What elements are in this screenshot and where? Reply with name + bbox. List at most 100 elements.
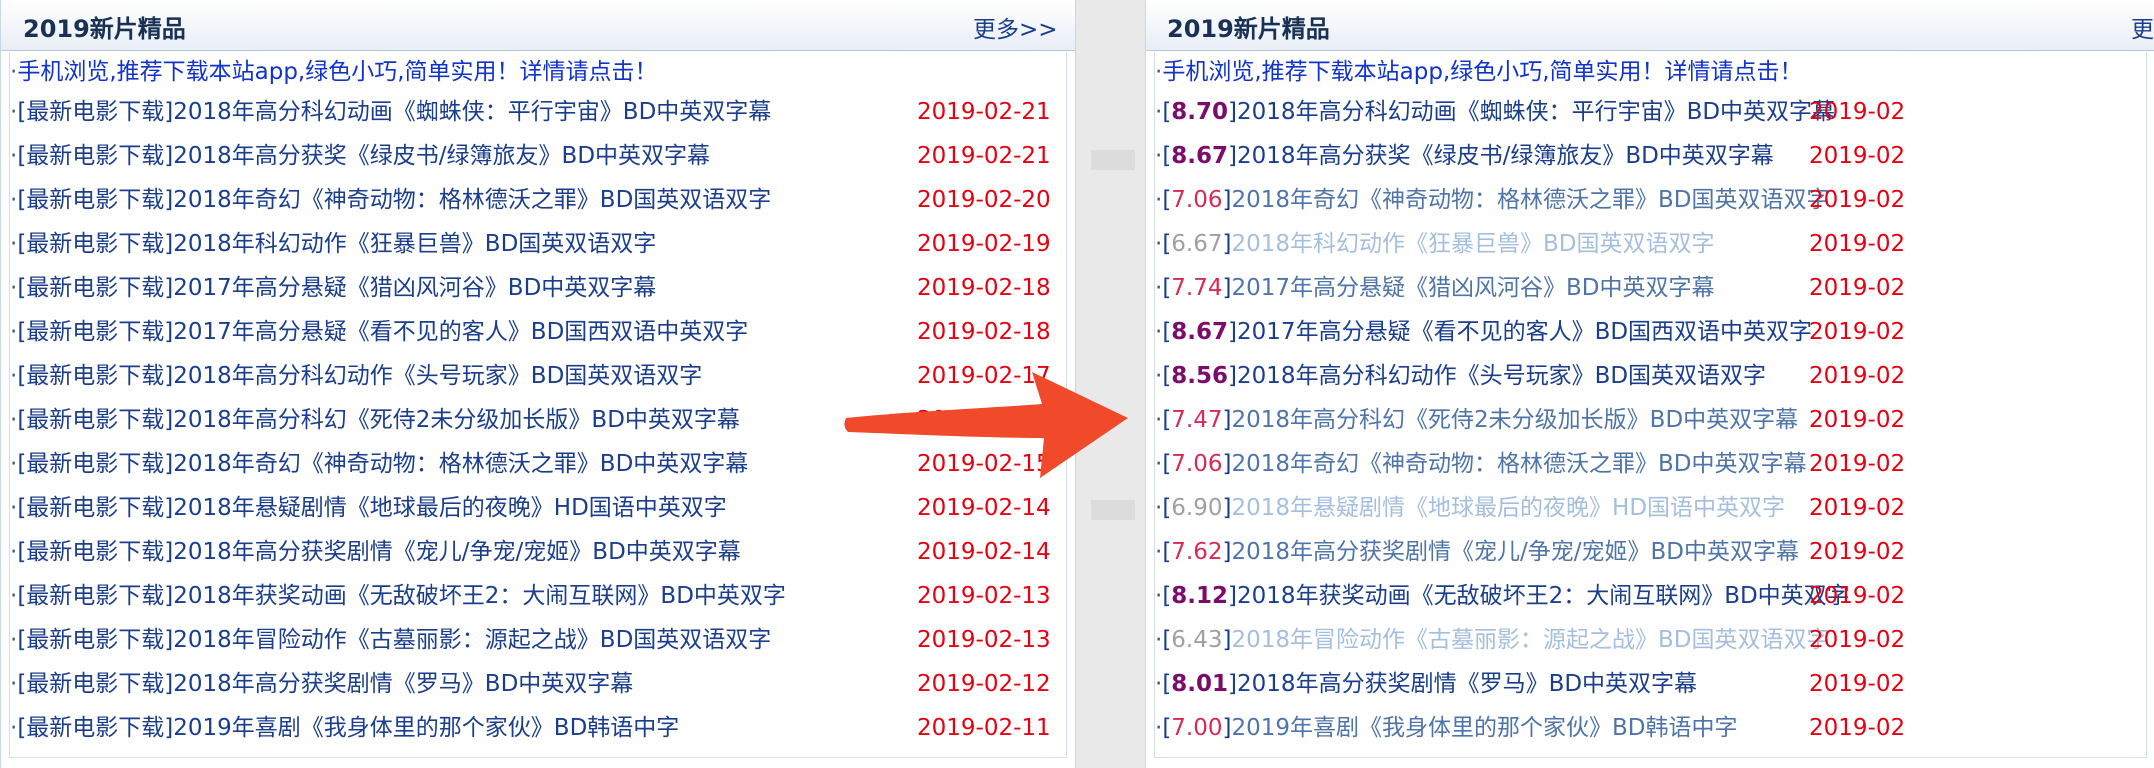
movie-title: 2017年高分悬疑《看不见的客人》BD国西双语中英双字: [1237, 319, 1813, 345]
release-date: 2019-02: [1809, 495, 1906, 521]
movie-list-item[interactable]: ·[最新电影下载]2018年高分获奖剧情《宠儿/争宠/宠姬》BD中英双字幕 201…: [10, 532, 1066, 572]
rating-value: 7.47: [1171, 407, 1223, 433]
rating-bracket: [: [1162, 671, 1172, 697]
movie-list-item[interactable]: ·[8.12]2018年获奖动画《无敌破坏王2：大闹互联网》BD中英双字 2019…: [1155, 576, 2146, 616]
rating-bracket: [: [1162, 495, 1172, 521]
category-tag: [最新电影下载]: [17, 231, 174, 257]
movie-list-item[interactable]: ·[8.70]2018年高分科幻动画《蜘蛛侠：平行宇宙》BD中英双字幕 2019-…: [1155, 92, 2146, 132]
category-tag: [最新电影下载]: [17, 319, 174, 345]
rating-bracket: [: [1162, 583, 1172, 609]
movie-list-item[interactable]: ·[7.62]2018年高分获奖剧情《宠儿/争宠/宠姬》BD中英双字幕 2019-…: [1155, 532, 2146, 572]
gap-divider: [1091, 150, 1135, 170]
movie-list-item[interactable]: ·[7.06]2018年奇幻《神奇动物：格林德沃之罪》BD中英双字幕 2019-0…: [1155, 444, 2146, 484]
movie-title: 2018年高分科幻动画《蜘蛛侠：平行宇宙》BD中英双字幕: [1237, 99, 1836, 125]
rating-bracket: ]: [1222, 495, 1232, 521]
movie-list-item[interactable]: ·[8.67]2018年高分获奖《绿皮书/绿簿旅友》BD中英双字幕 2019-02: [1155, 136, 2146, 176]
app-notice-link[interactable]: ·手机浏览,推荐下载本站app,绿色小巧,简单实用！详情请点击！: [10, 52, 1066, 92]
release-date: 2019-02: [1809, 671, 1906, 697]
movie-title: 2018年高分科幻《死侍2未分级加长版》BD中英双字幕: [1231, 407, 1799, 433]
movie-title: 2018年冒险动作《古墓丽影：源起之战》BD国英双语双字: [1231, 627, 1830, 653]
panel-header: 2019新片精品 更多>>: [1, 0, 1075, 51]
movie-list-item[interactable]: ·[最新电影下载]2018年冒险动作《古墓丽影：源起之战》BD国英双语双字 201…: [10, 620, 1066, 660]
movie-list-item[interactable]: ·[8.01]2018年高分获奖剧情《罗马》BD中英双字幕 2019-02: [1155, 664, 2146, 704]
rating-bracket: [: [1162, 99, 1172, 125]
rating-bracket: ]: [1222, 715, 1232, 741]
movie-list-item[interactable]: ·[最新电影下载]2017年高分悬疑《猎凶风河谷》BD中英双字幕 2019-02-…: [10, 268, 1066, 308]
rating-bracket: [: [1162, 187, 1172, 213]
movie-list-item[interactable]: ·[最新电影下载]2018年高分科幻动画《蜘蛛侠：平行宇宙》BD中英双字幕 201…: [10, 92, 1066, 132]
category-tag: [最新电影下载]: [17, 671, 174, 697]
movie-title: 2018年高分科幻动作《头号玩家》BD国英双语双字: [1237, 363, 1767, 389]
category-tag: [最新电影下载]: [17, 583, 174, 609]
movie-list-item[interactable]: ·[最新电影下载]2018年获奖动画《无敌破坏王2：大闹互联网》BD中英双字 20…: [10, 576, 1066, 616]
rating-bracket: ]: [1228, 583, 1238, 609]
release-date: 2019-02: [1809, 231, 1906, 257]
rating-value: 8.67: [1171, 319, 1229, 345]
movie-list-item[interactable]: ·[8.56]2018年高分科幻动作《头号玩家》BD国英双语双字 2019-02: [1155, 356, 2146, 396]
rating-value: 8.67: [1171, 143, 1229, 169]
category-tag: [最新电影下载]: [17, 187, 174, 213]
category-tag: [最新电影下载]: [17, 363, 174, 389]
movie-list-item[interactable]: ·[7.47]2018年高分科幻《死侍2未分级加长版》BD中英双字幕 2019-0…: [1155, 400, 2146, 440]
more-link[interactable]: 更: [2131, 10, 2154, 44]
movie-list-item[interactable]: ·[最新电影下载]2018年高分获奖剧情《罗马》BD中英双字幕 2019-02-1…: [10, 664, 1066, 704]
movie-title: 2018年冒险动作《古墓丽影：源起之战》BD国英双语双字: [173, 627, 772, 653]
rating-bracket: [: [1162, 275, 1172, 301]
rating-bracket: ]: [1228, 671, 1238, 697]
panel-title: 2019新片精品: [1167, 15, 1330, 43]
rating-bracket: ]: [1228, 99, 1238, 125]
movie-list-item[interactable]: ·[6.67]2018年科幻动作《狂暴巨兽》BD国英双语双字 2019-02: [1155, 224, 2146, 264]
more-link[interactable]: 更多>>: [973, 10, 1058, 44]
movie-title: 2018年高分获奖剧情《罗马》BD中英双字幕: [173, 671, 634, 697]
movie-list-item[interactable]: ·[最新电影下载]2018年高分获奖《绿皮书/绿簿旅友》BD中英双字幕 2019-…: [10, 136, 1066, 176]
rating-bracket: ]: [1222, 231, 1232, 257]
gap-divider: [1091, 500, 1135, 520]
movie-title: 2018年高分科幻动作《头号玩家》BD国英双语双字: [173, 363, 703, 389]
rating-value: 8.01: [1171, 671, 1229, 697]
movie-list-item[interactable]: ·[最新电影下载]2018年科幻动作《狂暴巨兽》BD国英双语双字 2019-02-…: [10, 224, 1066, 264]
release-date: 2019-02: [1809, 407, 1906, 433]
movie-title: 2017年高分悬疑《猎凶风河谷》BD中英双字幕: [1231, 275, 1715, 301]
release-date: 2019-02: [1809, 99, 1906, 125]
movie-title: 2017年高分悬疑《猎凶风河谷》BD中英双字幕: [173, 275, 657, 301]
movie-list-item[interactable]: ·[7.06]2018年奇幻《神奇动物：格林德沃之罪》BD国英双语双字 2019-…: [1155, 180, 2146, 220]
movie-list-item[interactable]: ·[最新电影下载]2018年悬疑剧情《地球最后的夜晚》HD国语中英双字 2019-…: [10, 488, 1066, 528]
movie-title: 2018年奇幻《神奇动物：格林德沃之罪》BD国英双语双字: [1231, 187, 1830, 213]
rating-bracket: ]: [1222, 407, 1232, 433]
rating-value: 8.56: [1171, 363, 1229, 389]
release-date: 2019-02: [1809, 187, 1906, 213]
rating-bracket: ]: [1222, 451, 1232, 477]
panel-header: 2019新片精品 更: [1146, 0, 2154, 51]
notice-text: 手机浏览,推荐下载本站app,绿色小巧,简单实用！详情请点击！: [1162, 59, 1803, 85]
movie-list-item[interactable]: ·[最新电影下载]2019年喜剧《我身体里的那个家伙》BD韩语中字 2019-02…: [10, 708, 1066, 748]
category-tag: [最新电影下载]: [17, 275, 174, 301]
movie-list-item[interactable]: ·[6.90]2018年悬疑剧情《地球最后的夜晚》HD国语中英双字 2019-02: [1155, 488, 2146, 528]
movie-list-item[interactable]: ·[7.00]2019年喜剧《我身体里的那个家伙》BD韩语中字 2019-02: [1155, 708, 2146, 748]
movie-list-item[interactable]: ·[8.67]2017年高分悬疑《看不见的客人》BD国西双语中英双字 2019-0…: [1155, 312, 2146, 352]
movie-title: 2019年喜剧《我身体里的那个家伙》BD韩语中字: [1231, 715, 1738, 741]
release-date: 2019-02: [1809, 451, 1906, 477]
movie-list-item[interactable]: ·[最新电影下载]2017年高分悬疑《看不见的客人》BD国西双语中英双字 2019…: [10, 312, 1066, 352]
rating-value: 8.12: [1171, 583, 1229, 609]
app-notice-link[interactable]: ·手机浏览,推荐下载本站app,绿色小巧,简单实用！详情请点击！: [1155, 52, 2146, 92]
category-tag: [最新电影下载]: [17, 539, 174, 565]
category-tag: [最新电影下载]: [17, 715, 174, 741]
release-date: 2019-02-18: [917, 275, 1051, 301]
rating-value: 7.06: [1171, 187, 1223, 213]
release-date: 2019-02-18: [917, 319, 1051, 345]
movie-title: 2018年高分科幻动画《蜘蛛侠：平行宇宙》BD中英双字幕: [173, 99, 772, 125]
movie-list-item[interactable]: ·[7.74]2017年高分悬疑《猎凶风河谷》BD中英双字幕 2019-02: [1155, 268, 2146, 308]
movie-list-item[interactable]: ·[最新电影下载]2018年奇幻《神奇动物：格林德沃之罪》BD国英双语双字 201…: [10, 180, 1066, 220]
rating-bracket: ]: [1222, 187, 1232, 213]
rating-bracket: ]: [1222, 627, 1232, 653]
rating-bracket: [: [1162, 539, 1172, 565]
movie-title: 2018年获奖动画《无敌破坏王2：大闹互联网》BD中英双字: [173, 583, 786, 609]
rating-bracket: ]: [1228, 319, 1238, 345]
release-date: 2019-02: [1809, 143, 1906, 169]
movie-title: 2018年高分科幻《死侍2未分级加长版》BD中英双字幕: [173, 407, 740, 433]
release-date: 2019-02-20: [917, 187, 1051, 213]
notice-text: 手机浏览,推荐下载本站app,绿色小巧,简单实用！详情请点击！: [17, 59, 658, 85]
movie-title: 2018年悬疑剧情《地球最后的夜晚》HD国语中英双字: [1231, 495, 1786, 521]
release-date: 2019-02: [1809, 275, 1906, 301]
movie-list-item[interactable]: ·[6.43]2018年冒险动作《古墓丽影：源起之战》BD国英双语双字 2019-…: [1155, 620, 2146, 660]
